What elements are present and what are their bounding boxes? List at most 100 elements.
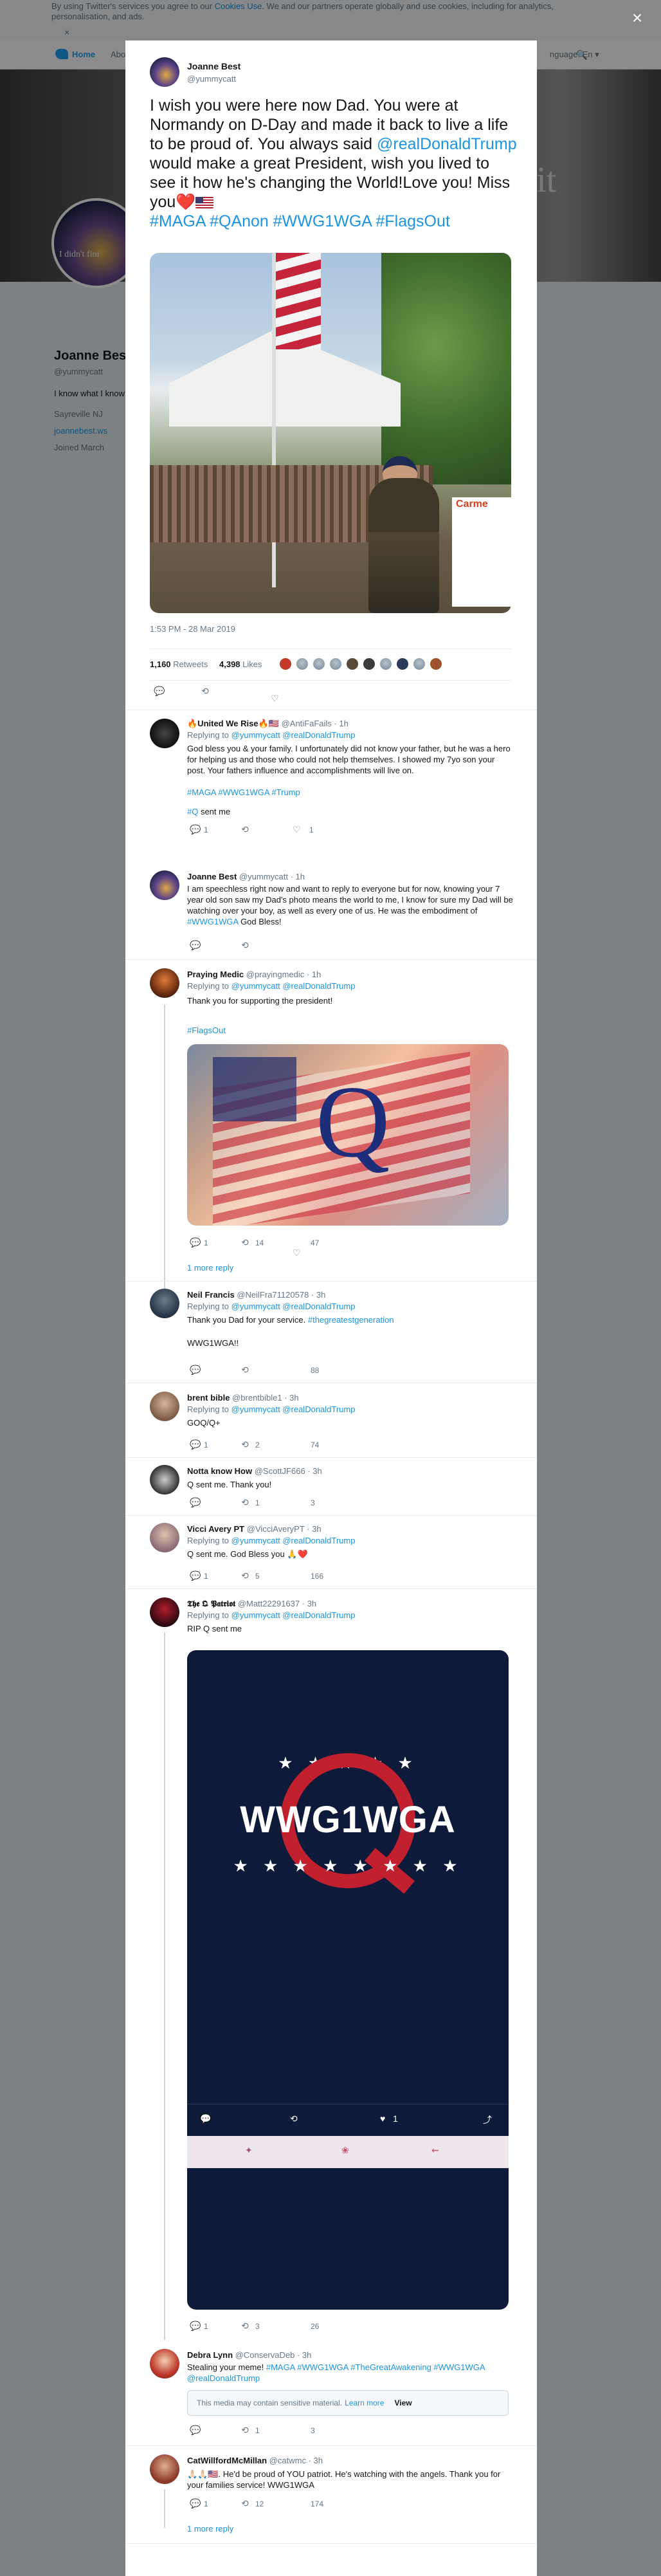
bird-icon[interactable]: ✦ — [245, 2145, 253, 2156]
liker-avatar[interactable] — [278, 657, 293, 671]
mention-link[interactable]: @realDonaldTrump — [377, 135, 517, 153]
like-icon[interactable]: ♡ — [293, 824, 301, 835]
reply-hashtags[interactable]: #MAGA #WWG1WGA #Trump — [187, 787, 515, 798]
divider — [125, 1457, 537, 1458]
reply-avatar[interactable] — [150, 1465, 179, 1495]
liker-avatar[interactable] — [295, 657, 309, 671]
retweet-icon[interactable]: ⟲ — [241, 1570, 249, 1581]
reply-author[interactable]: Notta know How @ScottJF666 · 3h — [187, 1466, 322, 1476]
like-stat[interactable]: 4,398 Likes — [219, 659, 262, 669]
reply-icon[interactable]: 💬 — [200, 2113, 211, 2124]
replying-to-mentions[interactable]: @yummycatt @realDonaldTrump — [231, 981, 356, 991]
author-avatar[interactable] — [150, 57, 179, 87]
liker-avatar[interactable] — [362, 657, 376, 671]
retweet-icon[interactable]: ⟲ — [290, 2113, 298, 2124]
reply-icon[interactable]: 💬 — [190, 1439, 201, 1450]
reply-handle: @ConservaDeb · 3h — [235, 2350, 312, 2360]
reply-icon[interactable]: 💬 — [190, 940, 201, 951]
reply-text: Q sent me. Thank you! — [187, 1480, 272, 1489]
reply-avatar[interactable] — [150, 719, 179, 748]
reply-hashtags[interactable]: #MAGA #WWG1WGA #TheGreatAwakening #WWG1W… — [266, 2362, 485, 2372]
reply-author[interactable]: Joanne Best @yummycatt · 1h — [187, 872, 305, 881]
replying-to-mentions[interactable]: @yummycatt @realDonaldTrump — [231, 730, 356, 740]
reply-hashtag[interactable]: #thegreatestgeneration — [308, 1315, 394, 1325]
close-icon[interactable]: × — [627, 8, 647, 28]
reply-avatar[interactable] — [150, 968, 179, 998]
reply-hashtag-q[interactable]: #Q — [187, 807, 198, 816]
rose-icon[interactable]: ❀ — [341, 2145, 349, 2156]
retweet-icon[interactable]: ⟲ — [201, 686, 209, 697]
arrow-icon[interactable]: ⇜ — [431, 2145, 439, 2156]
reply-icon[interactable]: 💬 — [190, 2321, 201, 2332]
reply-author[interactable]: brent bible @brentbible1 · 3h — [187, 1393, 299, 1403]
retweet-icon[interactable]: ⟲ — [241, 2321, 249, 2332]
liker-avatar[interactable] — [429, 657, 443, 671]
share-icon[interactable]: ⤴ — [483, 2113, 492, 2126]
reply-icon[interactable]: 💬 — [154, 686, 165, 697]
reply-hashtags[interactable]: #FlagsOut — [187, 1025, 515, 1036]
reply-avatar[interactable] — [150, 1523, 179, 1552]
reply-image[interactable]: Q — [187, 1044, 509, 1226]
reply-image[interactable]: ★ ★ ★ ★ ★ WWG1WGA ★ ★ ★ ★ ★ ★ ★ ★ 💬 ⟲ ♥ … — [187, 1650, 509, 2310]
reply-author[interactable]: Neil Francis @NeilFra71120578 · 3h — [187, 1290, 325, 1300]
reply-icon[interactable]: 💬 — [190, 1570, 201, 1581]
reply-avatar[interactable] — [150, 870, 179, 900]
liker-avatar[interactable] — [345, 657, 359, 671]
tweet-photo[interactable]: Carme — [150, 253, 511, 613]
reply-icon[interactable]: 💬 — [190, 824, 201, 835]
learn-more-link[interactable]: Learn more — [345, 2398, 384, 2407]
retweet-icon[interactable]: ⟲ — [241, 2425, 249, 2436]
reply-avatar[interactable] — [150, 1597, 179, 1627]
reply-icon[interactable]: 💬 — [190, 2498, 201, 2509]
reply-avatar[interactable] — [150, 2349, 179, 2378]
reply-avatar[interactable] — [150, 1392, 179, 1421]
reply-count: 1 — [204, 1440, 208, 1449]
retweet-stat[interactable]: 1,160 Retweets — [150, 659, 208, 669]
reply-author[interactable]: CatWillfordMcMillan @catwmc · 3h — [187, 2456, 323, 2465]
liker-avatar[interactable] — [329, 657, 343, 671]
replying-to-mentions[interactable]: @yummycatt @realDonaldTrump — [231, 1404, 356, 1414]
retweet-icon[interactable]: ⟲ — [241, 940, 249, 951]
reply-icon[interactable]: 💬 — [190, 1497, 201, 1508]
reply-text: Q sent me. God Bless you 🙏❤️ — [187, 1549, 308, 1559]
reply-icon[interactable]: 💬 — [190, 1237, 201, 1248]
reply-author[interactable]: 𝕿𝖍𝖊 𝕼 𝕻𝖆𝖙𝖗𝖎𝖔𝖙 @Matt22291637 · 3h — [187, 1599, 316, 1609]
replying-to-mentions[interactable]: @yummycatt @realDonaldTrump — [231, 1536, 356, 1545]
view-button[interactable]: View — [394, 2398, 412, 2407]
liker-avatar[interactable] — [412, 657, 426, 671]
reply-icon[interactable]: 💬 — [190, 2425, 201, 2436]
like-count: 88 — [311, 1366, 320, 1375]
author-name[interactable]: Joanne Best — [187, 61, 240, 71]
tweet-timestamp[interactable]: 1:53 PM - 28 Mar 2019 — [150, 624, 235, 634]
reply-mention[interactable]: @realDonaldTrump — [187, 2373, 260, 2383]
photo-flag — [276, 253, 321, 349]
retweet-icon[interactable]: ⟲ — [241, 1237, 249, 1248]
reply-text-sent-me: sent me — [198, 807, 231, 816]
replying-to-mentions[interactable]: @yummycatt @realDonaldTrump — [231, 1610, 356, 1620]
liker-avatar[interactable] — [312, 657, 326, 671]
more-replies-link[interactable]: 1 more reply — [187, 1263, 233, 1273]
retweet-icon[interactable]: ⟲ — [241, 1497, 249, 1508]
retweet-count: 2 — [255, 1440, 260, 1449]
like-icon[interactable]: ♡ — [271, 693, 279, 704]
like-icon[interactable]: ♡ — [293, 1247, 301, 1258]
retweet-icon[interactable]: ⟲ — [241, 824, 249, 835]
like-icon[interactable]: ♥ — [380, 2113, 385, 2124]
retweet-icon[interactable]: ⟲ — [241, 1439, 249, 1450]
reply-hashtag[interactable]: #WWG1WGA — [187, 917, 238, 926]
more-replies-link[interactable]: 1 more reply — [187, 2524, 233, 2534]
author-handle[interactable]: @yummycatt — [187, 74, 236, 84]
replying-to-mentions[interactable]: @yummycatt @realDonaldTrump — [231, 1302, 356, 1311]
reply-avatar[interactable] — [150, 1289, 179, 1318]
reply-author[interactable]: Debra Lynn @ConservaDeb · 3h — [187, 2350, 311, 2360]
retweet-icon[interactable]: ⟲ — [241, 2498, 249, 2509]
reply-author[interactable]: 🔥United We Rise🔥🇺🇸 @AntiFaFails · 1h — [187, 719, 349, 729]
reply-avatar[interactable] — [150, 2454, 179, 2484]
reply-icon[interactable]: 💬 — [190, 1365, 201, 1375]
liker-avatar[interactable] — [395, 657, 410, 671]
reply-author[interactable]: Praying Medic @prayingmedic · 1h — [187, 970, 321, 979]
liker-avatar[interactable] — [379, 657, 393, 671]
reply-author[interactable]: Vicci Avery PT @VicciAveryPT · 3h — [187, 1524, 321, 1534]
tweet-hashtags[interactable]: #MAGA #QAnon #WWG1WGA #FlagsOut — [150, 212, 450, 230]
retweet-icon[interactable]: ⟲ — [241, 1365, 249, 1375]
